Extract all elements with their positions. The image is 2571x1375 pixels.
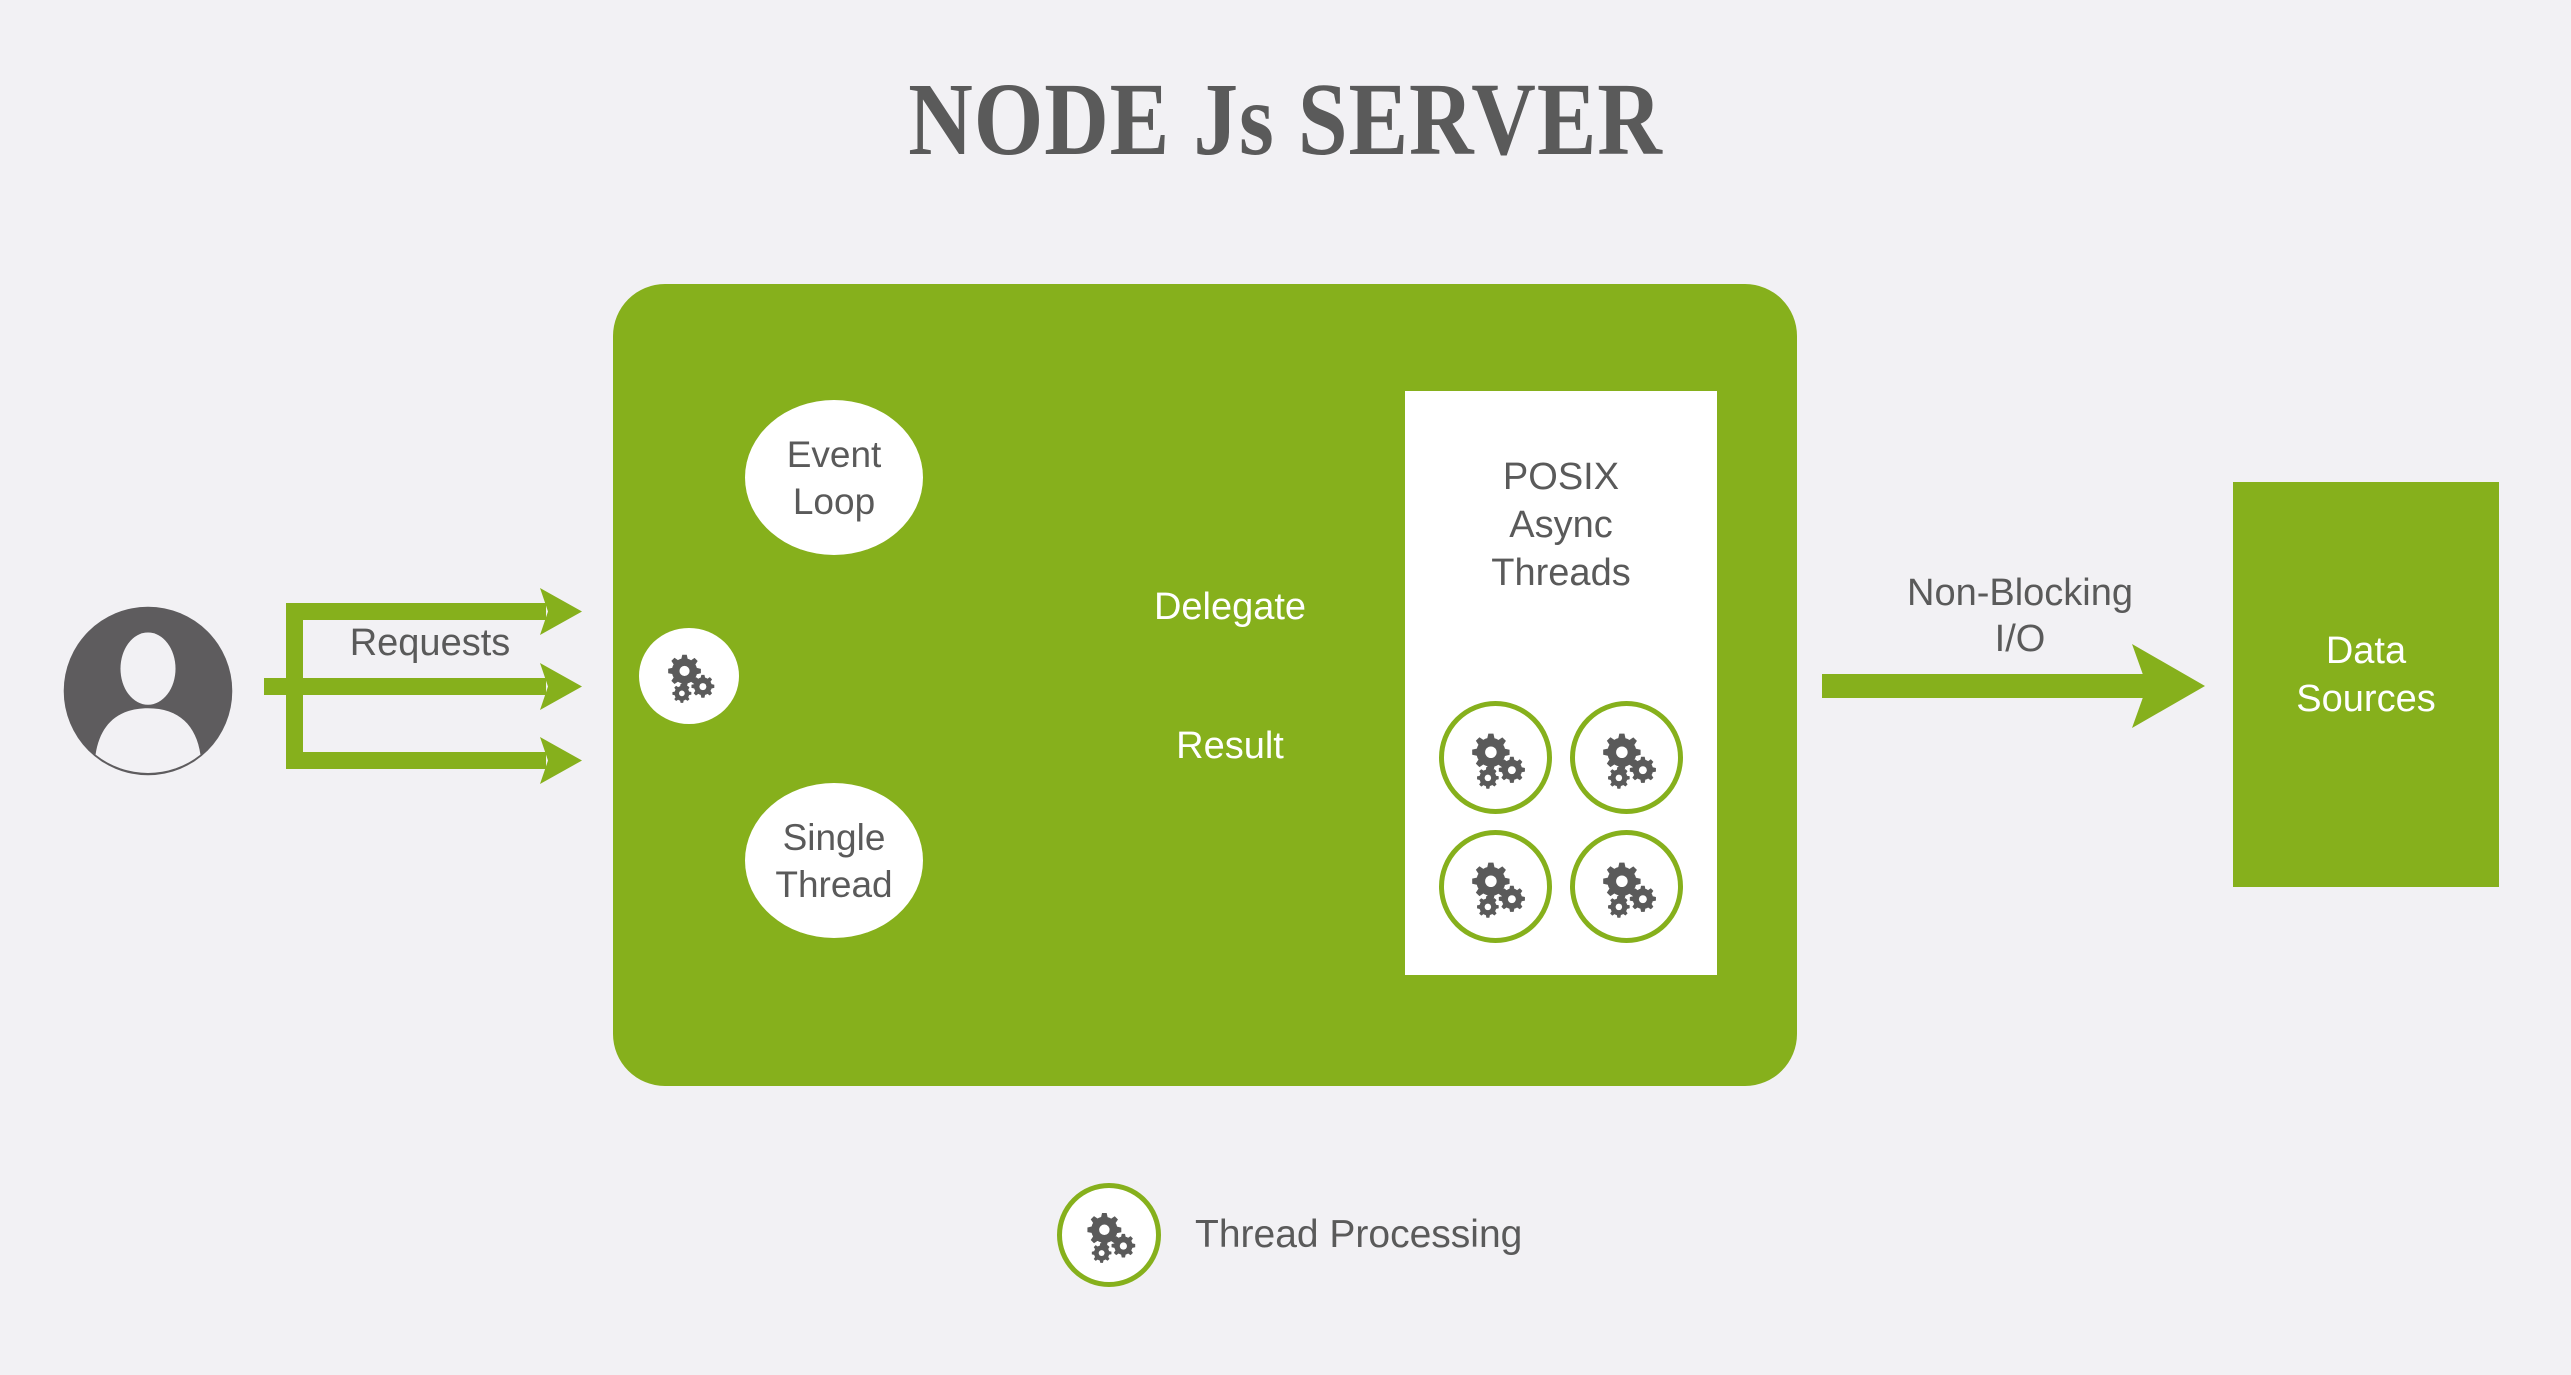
data-sources-box: Data Sources [2233,482,2499,887]
request-arrow-bottom [294,737,582,784]
legend: Thread Processing [1057,1183,1522,1287]
single-thread-node: Single Thread [745,783,923,938]
gears-icon [1439,701,1552,814]
posix-title: POSIX Async Threads [1491,456,1631,594]
event-loop-node: Event Loop [745,400,923,555]
page-title: NODE Js SERVER [908,62,1663,177]
avatar [62,605,234,777]
result-label: Result [1176,725,1284,767]
diagram-canvas: NODE Js SERVER Requests Event Loop Singl… [0,0,2571,1375]
requests-label: Requests [349,622,511,664]
gears-icon [639,628,739,724]
single-thread-label: Single Thread [775,816,893,905]
gears-icon [1570,701,1683,814]
request-arrow-middle [294,663,582,710]
delegate-label: Delegate [1153,586,1307,628]
gears-icon [1439,830,1552,943]
gears-icon [1570,830,1683,943]
posix-thread-grid [1427,701,1695,943]
legend-label: Thread Processing [1195,1213,1523,1256]
requests-left-stub [264,678,294,695]
non-blocking-io-label: Non-Blocking I/O [1907,572,2133,660]
gears-icon [1057,1183,1161,1287]
event-loop-label: Event Loop [786,433,882,522]
data-sources-label: Data Sources [2296,630,2436,720]
posix-async-threads-panel: POSIX Async Threads [1405,391,1717,975]
